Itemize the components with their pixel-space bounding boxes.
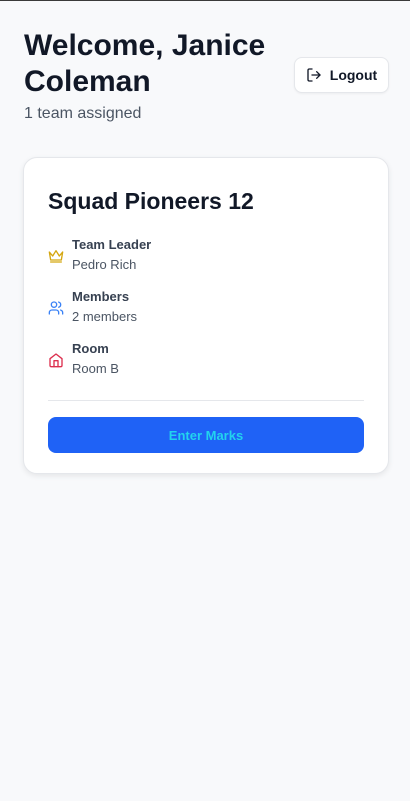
logout-label: Logout [329,67,378,83]
users-icon [48,300,64,316]
logout-icon [306,67,322,83]
home-icon [48,352,64,368]
members-label: Members [72,289,130,304]
team-leader-row: Team Leader Pedro Rich [48,236,364,288]
crown-icon [48,248,64,264]
enter-marks-button[interactable]: Enter Marks [48,417,364,453]
team-info-list: Team Leader Pedro Rich Members 2 members [48,236,364,392]
members-row: Members 2 members [48,288,364,340]
team-leader-label: Team Leader [72,237,152,252]
logout-button[interactable]: Logout [294,57,389,93]
team-name: Squad Pioneers 12 [48,188,254,214]
card-divider [48,400,364,401]
team-card: Squad Pioneers 12 Team Leader Pedro Rich [23,157,389,474]
welcome-title: Welcome, Janice Coleman [24,29,266,98]
room-value: Room B [72,361,119,376]
team-leader-value: Pedro Rich [72,257,137,272]
room-label: Room [72,341,109,356]
top-border [0,0,410,1]
room-row: Room Room B [48,340,364,392]
members-value: 2 members [72,309,138,324]
teams-assigned-count: 1 team assigned [24,105,142,122]
